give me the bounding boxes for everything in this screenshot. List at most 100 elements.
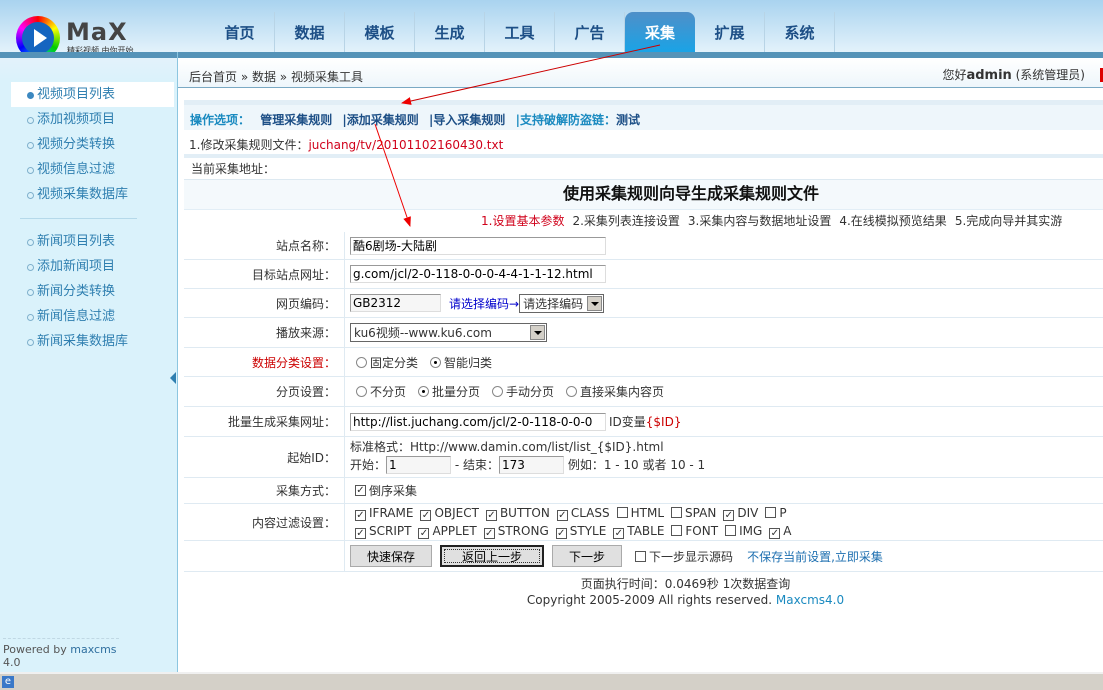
header: MaX 精彩视频 由你开始 首页 数据 模板 生成 工具 广告 采集 扩展 系统 (0, 0, 1103, 60)
top-nav: 首页 数据 模板 生成 工具 广告 采集 扩展 系统 (205, 12, 835, 52)
sidebar-item[interactable]: 新闻采集数据库 (11, 329, 174, 354)
sidebar-item[interactable]: 新闻分类转换 (11, 279, 174, 304)
radio-button[interactable] (356, 356, 367, 368)
nav-tab[interactable]: 数据 (275, 12, 345, 52)
sidebar-item[interactable]: 视频项目列表 (11, 82, 174, 107)
filter-checkbox[interactable]: ✓ (485, 509, 497, 521)
footer: 页面执行时间：0.0469秒 1次数据查询 Copyright 2005-2009… (526, 577, 845, 607)
wizard-step: 3.采集内容与数据地址设置 (687, 214, 832, 228)
show-source-checkbox[interactable] (635, 550, 647, 562)
nav-tab[interactable]: 首页 (205, 12, 275, 52)
next-button[interactable]: 下一步 (552, 545, 623, 567)
filter-checkbox[interactable]: ✓ (613, 527, 625, 539)
collapse-sidebar-icon[interactable] (170, 372, 176, 384)
paging-label: 分页设置： (184, 377, 345, 406)
filter-checkbox[interactable]: ✓ (555, 527, 567, 539)
source-label: 播放来源： (184, 318, 345, 347)
status-bar: e (0, 672, 1103, 690)
filter-label: IMG (739, 524, 763, 538)
filter-checkbox[interactable]: ✓ (355, 509, 366, 521)
radio-label: 固定分类 (370, 355, 419, 370)
radio-label: 不分页 (370, 385, 407, 399)
batch-url-input[interactable] (350, 412, 606, 431)
sidebar-item[interactable]: 新闻项目列表 (11, 229, 174, 254)
wizard-step: 5.完成向导并其实游 (954, 214, 1063, 228)
start-id-input[interactable] (386, 456, 452, 474)
filter-checkbox[interactable] (616, 507, 628, 518)
filter-checkbox[interactable]: ✓ (355, 527, 366, 539)
filter-checkbox[interactable] (765, 507, 777, 518)
wizard-step: 4.在线模拟预览结果 (839, 214, 947, 228)
main-content: 后台首页 » 数据 » 视频采集工具 您好admin (系统管理员) 操作选项：… (178, 52, 1103, 672)
add-rule-link[interactable]: |添加采集规则 (342, 113, 418, 127)
operation-options: 操作选项： 管理采集规则 |添加采集规则 |导入采集规则 |支持破解防盗链：测试 (184, 100, 1103, 130)
filter-label: CLASS (570, 505, 610, 520)
target-url-input[interactable] (350, 265, 606, 283)
ie-page-icon: e (2, 676, 14, 688)
collect-now-link[interactable]: 不保存当前设置,立即采集 (747, 548, 883, 565)
method-label: 采集方式： (184, 478, 345, 503)
filter-checkbox[interactable]: ✓ (420, 509, 432, 521)
nav-tab[interactable]: 广告 (555, 12, 625, 52)
filter-checkbox[interactable] (671, 525, 683, 536)
sidebar-item[interactable]: 新闻信息过滤 (11, 304, 174, 329)
site-name-input[interactable] (350, 236, 606, 255)
reverse-checkbox[interactable]: ✓ (355, 485, 366, 496)
rule-file-link[interactable]: juchang/tv/20101102160430.txt (308, 138, 503, 152)
filter-label: IFRAME (369, 505, 414, 520)
maxcms-footer-link[interactable]: Maxcms4.0 (776, 593, 844, 607)
nav-tab[interactable]: 工具 (485, 12, 555, 52)
radio-button[interactable] (356, 386, 367, 397)
source-select[interactable]: ku6视频--www.ku6.com (350, 323, 547, 342)
radio-label: 智能归类 (444, 355, 493, 370)
encoding-input[interactable] (350, 294, 441, 312)
filter-checkbox[interactable]: ✓ (769, 527, 781, 539)
filter-label: SPAN (685, 506, 717, 520)
filter-checkbox[interactable]: ✓ (418, 527, 430, 539)
chevron-down-icon (587, 295, 603, 311)
batch-url-label: 批量生成采集网址： (184, 407, 345, 436)
rule-file-line: 1.修改采集规则文件：juchang/tv/20101102160430.txt (184, 132, 1103, 158)
filter-checkbox[interactable] (725, 525, 737, 536)
end-id-input[interactable] (499, 456, 564, 474)
nav-tab[interactable]: 采集 (625, 12, 695, 52)
wizard-steps: 1.设置基本参数 2.采集列表连接设置 3.采集内容与数据地址设置 4.在线模拟预览结… (481, 212, 1070, 229)
filter-checkbox[interactable]: ✓ (483, 527, 495, 539)
breadcrumb: 后台首页 » 数据 » 视频采集工具 (189, 70, 363, 84)
maxcms-link[interactable]: maxcms (70, 643, 116, 656)
filter-checkbox[interactable]: ✓ (556, 509, 568, 521)
sidebar-item[interactable]: 视频信息过滤 (11, 157, 174, 182)
test-link[interactable]: 测试 (616, 113, 640, 127)
filter-label: STRONG (497, 523, 549, 538)
nav-tab[interactable]: 模板 (345, 12, 415, 52)
filter-label: TABLE (627, 523, 665, 538)
sidebar-item[interactable]: 添加视频项目 (11, 107, 174, 132)
manage-rules-link[interactable]: 管理采集规则 (260, 113, 332, 127)
encoding-label: 网页编码： (184, 289, 345, 317)
filter-label: BUTTON (499, 505, 550, 520)
welcome-text: 您好admin (系统管理员) (942, 68, 1085, 83)
nav-tab[interactable]: 生成 (415, 12, 485, 52)
filter-label: STYLE (569, 523, 607, 538)
radio-button[interactable] (566, 386, 578, 397)
sidebar-item[interactable]: 视频采集数据库 (11, 182, 174, 207)
filter-label: DIV (737, 505, 759, 520)
radio-button[interactable] (492, 386, 504, 397)
wizard-step: 2.采集列表连接设置 (572, 214, 680, 228)
import-rule-link[interactable]: |导入采集规则 (429, 113, 505, 127)
filter-checkbox[interactable]: ✓ (723, 509, 735, 521)
back-button[interactable]: 返回上一步 (440, 545, 545, 567)
encoding-select[interactable]: 请选择编码 (519, 293, 605, 313)
radio-button[interactable] (418, 386, 430, 397)
chevron-down-icon (530, 325, 545, 340)
sidebar-item[interactable]: 视频分类转换 (11, 132, 174, 157)
quick-save-button[interactable]: 快速保存 (350, 545, 433, 567)
filter-label: 内容过滤设置： (184, 504, 345, 540)
filter-checkbox[interactable] (671, 507, 683, 518)
powered-by: Powered by maxcms 4.0 (3, 638, 119, 669)
nav-tab[interactable]: 系统 (765, 12, 835, 52)
sidebar-item[interactable]: 添加新闻项目 (11, 254, 174, 279)
filter-label: OBJECT (434, 505, 479, 520)
nav-tab[interactable]: 扩展 (695, 12, 765, 52)
radio-button[interactable] (430, 356, 442, 368)
